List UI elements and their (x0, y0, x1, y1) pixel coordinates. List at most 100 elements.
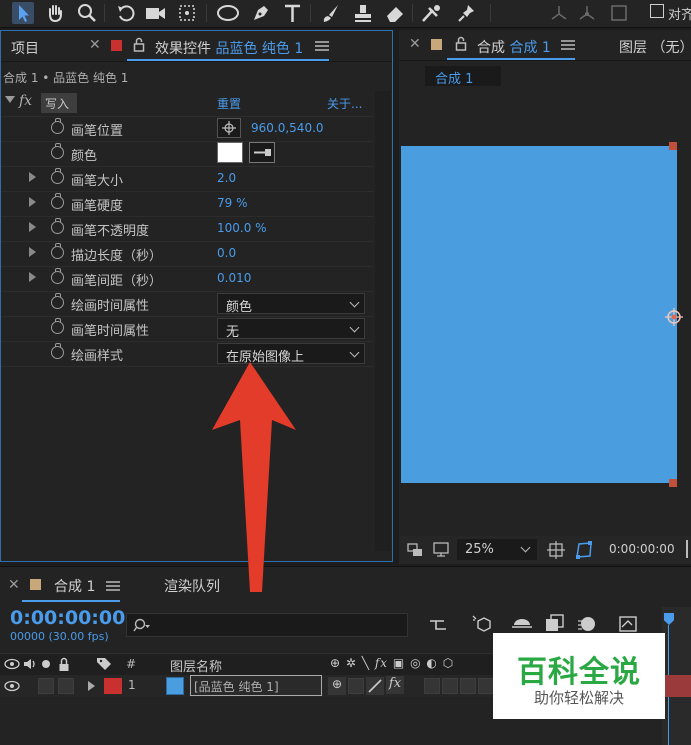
eraser-tool-icon[interactable] (384, 2, 406, 24)
tab-effect-controls[interactable]: 效果控件 品蓝色 纯色 1 (155, 38, 303, 58)
collapse-triangle-icon[interactable] (5, 96, 15, 103)
motion-blur-switch-icon[interactable]: ◎ (410, 656, 421, 670)
tab-render-queue[interactable]: 渲染队列 (164, 576, 220, 596)
frame-blending-icon[interactable] (544, 613, 566, 635)
color-swatch[interactable] (217, 142, 243, 163)
pen-tool-icon[interactable] (250, 2, 272, 24)
stopwatch-icon[interactable] (51, 193, 64, 209)
close-tab-icon[interactable]: ✕ (409, 36, 421, 52)
zoom-dropdown[interactable]: 25% (457, 539, 537, 560)
property-row-paint-style[interactable]: 绘画样式 在原始图像上 (1, 341, 373, 367)
fx-switch-icon[interactable]: fx (375, 656, 388, 670)
layer-duration-bar[interactable] (662, 675, 691, 697)
axis-world-icon[interactable] (576, 2, 598, 24)
zoom-tool-icon[interactable] (76, 2, 98, 24)
anchor-point-icon[interactable] (663, 306, 685, 328)
stopwatch-icon[interactable] (51, 118, 64, 134)
selection-tool-icon[interactable] (12, 2, 34, 24)
puppet-pin-tool-icon[interactable] (456, 2, 478, 24)
shy-switch-icon[interactable]: ⊕ (328, 677, 346, 695)
property-value[interactable]: 79 % (217, 196, 248, 210)
property-row-brush-position[interactable]: 画笔位置 960.0,540.0 (1, 116, 373, 142)
property-row-brush-time-props[interactable]: 画笔时间属性 无 (1, 316, 373, 342)
tab-composition[interactable]: 合成 合成 1 (477, 37, 551, 57)
property-row-brush-hardness[interactable]: 画笔硬度 79 % (1, 191, 373, 217)
graph-editor-icon[interactable] (618, 613, 640, 635)
column-layer-name[interactable]: 图层名称 (170, 656, 222, 675)
property-value[interactable]: 100.0 % (217, 221, 267, 235)
clone-stamp-tool-icon[interactable] (352, 2, 374, 24)
adjustment-switch[interactable] (460, 678, 476, 694)
comp-subtab[interactable]: 合成 1 (425, 66, 501, 87)
rotate-tool-icon[interactable] (114, 2, 136, 24)
ellipse-tool-icon[interactable] (216, 2, 239, 24)
label-tag-icon[interactable] (96, 657, 112, 671)
stopwatch-icon[interactable] (51, 318, 64, 334)
stopwatch-icon[interactable] (51, 343, 64, 359)
stopwatch-icon[interactable] (51, 143, 64, 159)
motion-blur-switch[interactable] (442, 678, 458, 694)
expand-triangle-icon[interactable] (29, 272, 36, 282)
close-tab-icon[interactable]: ✕ (89, 37, 101, 53)
stopwatch-icon[interactable] (51, 293, 64, 309)
effect-name-box[interactable]: 写入 (41, 93, 77, 113)
expand-triangle-icon[interactable] (88, 681, 95, 691)
paint-time-props-dropdown[interactable]: 颜色 (217, 293, 365, 315)
expand-triangle-icon[interactable] (29, 222, 36, 232)
snap-checkbox[interactable] (650, 4, 664, 18)
expand-triangle-icon[interactable] (29, 197, 36, 207)
scrollbar[interactable] (375, 91, 391, 551)
monitor-icon[interactable] (433, 542, 451, 558)
crosshair-icon[interactable] (217, 118, 241, 138)
3d-switch-icon[interactable]: ⬡ (443, 656, 454, 670)
roto-brush-tool-icon[interactable] (420, 2, 442, 24)
frame-blend-switch-icon[interactable]: ▣ (393, 656, 405, 670)
quality-switch-icon[interactable] (366, 677, 384, 695)
motion-blur-icon[interactable] (576, 613, 598, 635)
layer-name-field[interactable]: [品蓝色 纯色 1] (190, 675, 322, 696)
solo-icon[interactable] (42, 660, 50, 668)
reset-link[interactable]: 重置 (217, 95, 241, 112)
panel-menu-icon[interactable] (106, 580, 120, 592)
paint-style-dropdown[interactable]: 在原始图像上 (217, 343, 365, 365)
property-value[interactable]: 960.0,540.0 (251, 121, 324, 135)
corner-handle[interactable] (669, 479, 677, 487)
comp-timecode[interactable]: 0:00:00:00 (609, 542, 675, 556)
pan-behind-tool-icon[interactable] (176, 2, 198, 24)
shy-switch-icon[interactable]: ⊕ (330, 656, 341, 670)
property-row-brush-size[interactable]: 画笔大小 2.0 (1, 166, 373, 192)
tab-timeline-comp[interactable]: 合成 1 (54, 576, 95, 596)
layer-label-color[interactable] (104, 678, 122, 694)
fx-switch-icon[interactable]: fx (386, 676, 404, 694)
property-row-color[interactable]: 颜色 (1, 141, 373, 167)
property-value[interactable]: 2.0 (217, 171, 236, 185)
comp-mini-flowchart-icon[interactable] (428, 615, 450, 635)
axis-view-icon[interactable] (608, 2, 630, 24)
playhead[interactable] (664, 613, 674, 625)
comp-canvas[interactable] (401, 142, 683, 487)
lock-checkbox[interactable] (58, 678, 74, 694)
panel-menu-icon[interactable] (315, 40, 329, 52)
adjustment-switch-icon[interactable]: ◐ (426, 656, 437, 670)
property-value[interactable]: 0.0 (217, 246, 236, 260)
always-preview-icon[interactable] (407, 542, 425, 558)
eyedropper-icon[interactable] (249, 142, 275, 163)
video-eye-icon[interactable] (4, 657, 20, 671)
layer-search-input[interactable] (126, 613, 408, 637)
current-time-display[interactable]: 0:00:00:00 (10, 607, 125, 629)
property-value[interactable]: 0.010 (217, 271, 251, 285)
audio-icon[interactable] (22, 657, 38, 671)
close-tab-icon[interactable]: ✕ (8, 577, 20, 593)
axis-local-icon[interactable] (548, 2, 570, 24)
corner-handle[interactable] (669, 142, 677, 150)
tab-project[interactable]: 项目 (11, 38, 39, 58)
lock-icon[interactable] (455, 36, 467, 52)
grid-guides-icon[interactable] (547, 541, 565, 559)
brush-time-props-dropdown[interactable]: 无 (217, 318, 365, 340)
property-row-brush-spacing[interactable]: 画笔间距（秒） 0.010 (1, 266, 373, 292)
draft-3d-icon[interactable] (470, 613, 494, 635)
stopwatch-icon[interactable] (51, 218, 64, 234)
collapse-switch-icon[interactable]: ✲ (346, 656, 357, 670)
frame-blend-switch[interactable] (424, 678, 440, 694)
stopwatch-icon[interactable] (51, 268, 64, 284)
